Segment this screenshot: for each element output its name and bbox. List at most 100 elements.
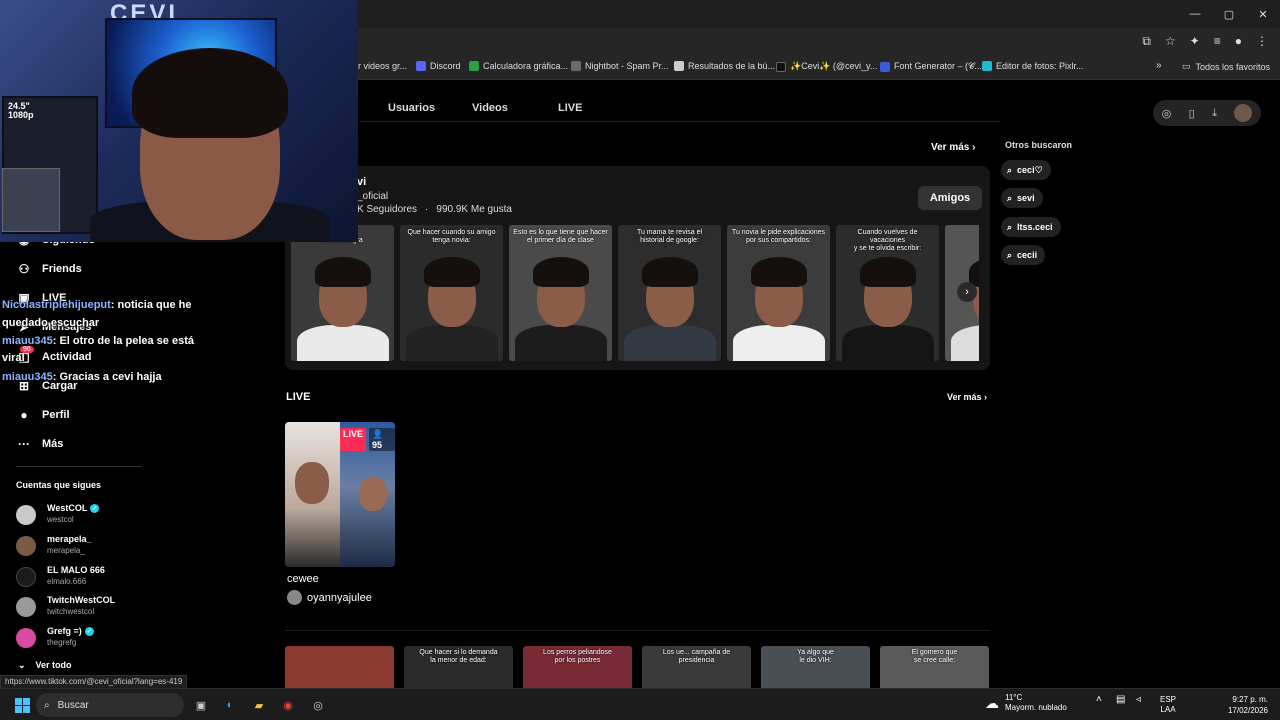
volume-icon[interactable]: ◃ <box>1136 695 1141 705</box>
video-thumbnail[interactable]: Que hacer si lo demanda la menor de edad… <box>404 646 513 691</box>
weather-temp: 11°C <box>1005 693 1023 702</box>
account-name: EL MALO 666 <box>47 565 105 575</box>
chat-username: miauu345 <box>2 335 53 347</box>
chat-text: : noticia que he <box>110 299 192 311</box>
status-url: https://www.tiktok.com/@cevi_oficial?lan… <box>0 675 188 689</box>
browser-profile-avatar[interactable]: ● <box>1235 34 1242 49</box>
video-thumbnail[interactable]: casa de su suegra <box>291 225 394 361</box>
bookmark-item[interactable]: Calculadora gráfica... <box>469 61 568 71</box>
bookmark-item[interactable]: Font Generator – (𝓒... <box>880 61 982 72</box>
taskbar-search[interactable]: ⌕ Buscar <box>36 693 184 717</box>
minimize-button[interactable]: — <box>1178 0 1212 28</box>
see-more-users-link[interactable]: Ver más › <box>931 142 975 153</box>
chip-label: cecii <box>1017 250 1038 260</box>
video-thumbnail[interactable] <box>285 646 394 691</box>
network-icon[interactable]: ▤ <box>1116 695 1125 705</box>
thumbnail-hair <box>533 257 589 287</box>
bookmarks-more-button[interactable]: » <box>1156 60 1162 71</box>
windows-start-icon[interactable] <box>12 695 32 715</box>
chat-text: quedado escuchar <box>2 317 100 329</box>
task-view-icon[interactable]: ▣ <box>193 695 209 715</box>
thumbnail-body <box>733 325 825 361</box>
install-app-icon[interactable]: ⧉ <box>1142 34 1151 49</box>
section-divider <box>285 630 990 631</box>
video-thumbnail[interactable]: Los ue... campaña de presidencia <box>642 646 751 691</box>
verified-icon: ✓ <box>90 503 100 513</box>
suggested-search-chip[interactable]: ⌕ ceci♡ <box>1001 160 1051 180</box>
close-window-button[interactable]: ✕ <box>1246 0 1280 28</box>
sidebar-item-profile[interactable]: ● Perfil <box>16 405 70 425</box>
file-explorer-icon[interactable]: ▰ <box>250 695 268 715</box>
discord-icon <box>416 61 426 71</box>
bookmark-item[interactable]: r videos gr... <box>358 61 407 71</box>
video-caption: Tu mama te revisa el historial de google… <box>636 229 703 244</box>
tab-videos[interactable]: Videos <box>472 102 508 114</box>
suggested-search-chip[interactable]: ⌕ ltss.ceci <box>1001 217 1061 237</box>
sidebar-item-label: Perfil <box>42 409 70 421</box>
search-icon: ⌕ <box>1007 192 1013 203</box>
see-more-live-link[interactable]: Ver más › <box>947 392 987 402</box>
tab-live[interactable]: LIVE <box>558 102 582 114</box>
live-stream-card[interactable]: LIVE 👤 95 <box>285 422 395 567</box>
user-avatar[interactable] <box>1234 104 1253 122</box>
clock[interactable]: 9:27 p. m. 17/02/2026 <box>1220 694 1268 716</box>
profile-icon: ● <box>20 408 28 422</box>
video-thumbnail[interactable]: El gomero que se cree calle: <box>880 646 989 691</box>
see-all-following-button[interactable]: ⌄ Ver todo <box>18 660 72 671</box>
video-thumbnail[interactable]: Tu mama te revisa el historial de google… <box>618 225 721 361</box>
maximize-button[interactable]: ▢ <box>1212 0 1246 28</box>
chat-username: Nicolastriplehijueput <box>2 299 111 311</box>
all-favorites-folder[interactable]: ▭ Todos los favoritos <box>1182 61 1270 72</box>
video-caption: Que hacer si lo demanda la menor de edad… <box>419 649 498 664</box>
media-controls-icon[interactable]: ≡ <box>1214 34 1221 49</box>
user-name: vi <box>357 176 367 188</box>
user-result-card[interactable]: vi _oficial K Seguidores · 990.9K Me gus… <box>285 166 990 370</box>
video-thumbnail[interactable]: Cuando vuelves de vacaciones y se te olv… <box>836 225 939 361</box>
bookmark-item[interactable]: Discord <box>416 61 461 71</box>
suggested-search-chip[interactable]: ⌕ cecii <box>1001 245 1046 265</box>
video-thumbnail[interactable]: Que hacer cuando su amigo tenga novia: <box>400 225 503 361</box>
live-thumb-face <box>359 477 387 511</box>
keyboard-layout: LAA <box>1160 705 1176 714</box>
live-badge: LIVE 👤 95 <box>340 428 395 451</box>
live-streamer[interactable]: oyannyajulee <box>287 590 372 605</box>
download-icon[interactable]: ⤓ <box>1212 107 1217 120</box>
star-bookmark-icon[interactable]: ☆ <box>1165 34 1176 49</box>
sidebar-item-more[interactable]: ··· Más <box>16 434 63 454</box>
tabs-divider <box>360 121 1000 122</box>
more-icon: ··· <box>18 437 30 451</box>
video-thumbnail[interactable]: Tu novia le pide explicaciones por sus c… <box>727 225 830 361</box>
sidebar-item-label: Friends <box>42 263 82 275</box>
app-icon[interactable]: ◎ <box>309 695 327 715</box>
chevron-right-icon[interactable]: › <box>957 282 977 302</box>
chat-text: : El otro de la pelea se está <box>52 335 194 347</box>
chrome-icon[interactable]: ◉ <box>279 695 297 715</box>
bookmark-item[interactable]: Resultados de la bú... <box>674 61 775 71</box>
bookmark-item[interactable]: Editor de fotos: Pixlr... <box>982 61 1084 71</box>
edge-icon[interactable]: ◐ <box>221 695 239 715</box>
account-name: TwitchWestCOL <box>47 595 116 605</box>
chevron-up-icon[interactable]: ˄ <box>1096 695 1102 705</box>
chat-text: : Gracias a cevi hajja <box>52 371 162 383</box>
video-thumbnail[interactable]: Los perros peliandose por los postres <box>523 646 632 691</box>
weather-widget[interactable]: ☁ 11°C Mayorm. nublado <box>985 693 1067 713</box>
device-icon[interactable]: ▯ <box>1189 107 1195 120</box>
friends-button[interactable]: Amigos <box>918 186 982 210</box>
sidebar-item-label: Actividad <box>42 351 92 363</box>
all-favorites-label: Todos los favoritos <box>1195 61 1270 72</box>
account-name: Grefg =) ✓ <box>47 626 94 636</box>
extensions-icon[interactable]: ✦ <box>1190 34 1200 49</box>
browser-menu-icon[interactable]: ⋮ <box>1256 34 1268 49</box>
video-thumbnail[interactable]: Ya algo que le dio VIH: <box>761 646 870 691</box>
monitor-resolution: 1080p <box>8 110 34 120</box>
video-thumbnail[interactable]: Esto es lo que tiene que hacer el primer… <box>509 225 612 361</box>
coins-icon[interactable]: ◎ <box>1162 107 1172 120</box>
search-icon: ⌕ <box>1007 164 1013 175</box>
language-indicator[interactable]: ESP LAA <box>1160 695 1176 715</box>
suggested-search-chip[interactable]: ⌕ sevi <box>1001 188 1043 208</box>
tab-usuarios[interactable]: Usuarios <box>388 102 435 114</box>
bookmark-item[interactable]: Nightbot - Spam Pr... <box>571 61 669 71</box>
bookmark-item[interactable]: ✨Cevi✨ (@cevi_y... <box>776 61 877 72</box>
video-caption: Que hacer cuando su amigo tenga novia: <box>407 229 496 244</box>
sidebar-item-friends[interactable]: ⚇ Friends <box>16 259 82 279</box>
